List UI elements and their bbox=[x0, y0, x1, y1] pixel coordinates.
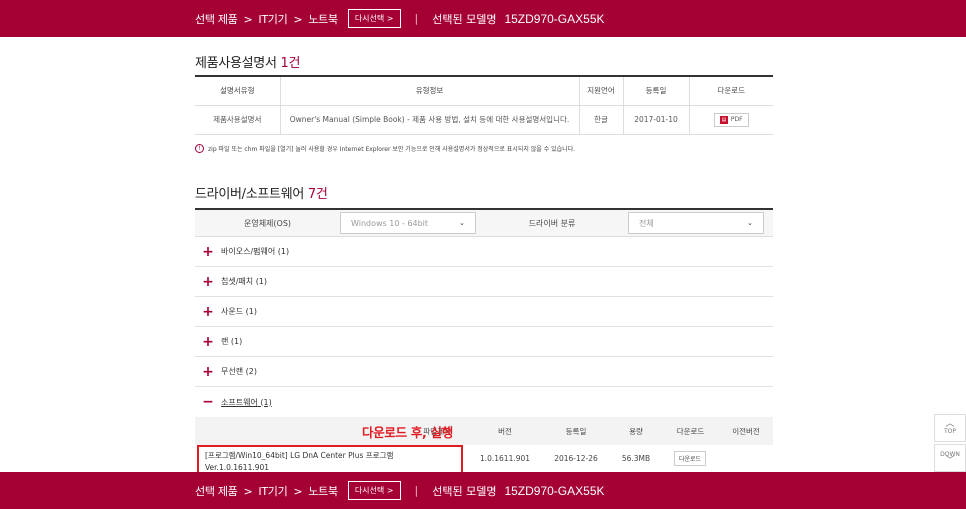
expand-icon: + bbox=[202, 333, 214, 350]
os-label: 운영체제(OS) bbox=[243, 218, 292, 228]
col-date: 등록일 bbox=[622, 76, 689, 106]
software-table-header: 파일제목 다운로드 후, 실행 버전 등록일 용량 다운로드 이전버전 bbox=[195, 417, 773, 445]
crumb-notebook: 노트북 bbox=[308, 12, 338, 26]
scroll-down-button[interactable]: DOWN ﹀ bbox=[934, 444, 966, 472]
expand-icon: + bbox=[202, 243, 214, 260]
col-download: 다운로드 bbox=[676, 426, 705, 436]
expand-icon: + bbox=[202, 303, 214, 320]
driver-category-list: + 바이오스/펌웨어 (1) + 칩셋/패치 (1) + 사운드 (1) + 랜 (1)… bbox=[195, 237, 773, 417]
software-date: 2016-12-26 bbox=[554, 454, 598, 463]
crumb-it: IT기기 bbox=[258, 12, 288, 26]
category-software[interactable]: − 소프트웨어 (1) bbox=[195, 387, 773, 417]
reselect-button[interactable]: 다시선택 > bbox=[347, 9, 401, 28]
breadcrumb: 선택 제품 > IT기기 > 노트북 bbox=[195, 12, 338, 26]
chevron-down-icon: ﹀ bbox=[945, 456, 955, 466]
col-version: 버전 bbox=[498, 426, 512, 436]
chevron-up-icon: ︿ bbox=[945, 419, 955, 429]
manual-notice: ! zip 파일 또는 chm 파일을 [열기] 눌러 사용할 경우 Inter… bbox=[195, 144, 575, 153]
software-size: 56.3MB bbox=[621, 454, 651, 463]
manual-download-cell: ▤ PDF bbox=[688, 105, 773, 135]
software-download-button[interactable]: 다운로드 bbox=[674, 451, 707, 466]
col-type: 설명서유형 bbox=[195, 76, 280, 106]
chevron-down-icon: ⌄ bbox=[747, 219, 753, 227]
col-size: 용량 bbox=[629, 426, 643, 436]
selected-model-label: 선택된 모델명 bbox=[432, 12, 497, 26]
bottom-bar: 선택 제품 > IT기기 > 노트북 다시선택 > | 선택된 모델명 15ZD970-… bbox=[0, 472, 966, 509]
breadcrumb: 선택 제품 > IT기기 > 노트북 bbox=[195, 484, 338, 498]
manual-info: Owner's Manual (Simple Book) - 제품 사용 방법,… bbox=[279, 105, 579, 135]
expand-icon: + bbox=[202, 273, 214, 290]
model-name: 15ZD970-GAX55K bbox=[504, 11, 605, 26]
chevron-down-icon: ⌄ bbox=[459, 219, 465, 227]
pdf-download-button[interactable]: ▤ PDF bbox=[713, 112, 749, 127]
manuals-table: 설명서유형 유형정보 지원언어 등록일 다운로드 제품사용설명서 Owner's… bbox=[195, 75, 773, 135]
col-date: 등록일 bbox=[565, 426, 587, 436]
drivers-title: 드라이버/소프트웨어 7건 bbox=[195, 187, 328, 202]
manual-language: 한글 bbox=[578, 105, 623, 135]
category-bios[interactable]: + 바이오스/펌웨어 (1) bbox=[195, 237, 773, 267]
crumb-product: 선택 제품 bbox=[195, 12, 238, 26]
collapse-icon: − bbox=[202, 394, 214, 410]
os-select[interactable]: Windows 10 - 64bit ⌄ bbox=[340, 212, 476, 234]
manual-type: 제품사용설명서 bbox=[195, 105, 280, 135]
software-version: 1.0.1611.901 bbox=[479, 454, 531, 463]
category-label: 드라이버 분류 bbox=[528, 218, 576, 228]
category-wireless[interactable]: + 무선랜 (2) bbox=[195, 357, 773, 387]
col-previous-version: 이전버전 bbox=[732, 426, 760, 436]
top-bar: 선택 제품 > IT기기 > 노트북 다시선택 > | 선택된 모델명 15ZD970-… bbox=[0, 0, 966, 37]
table-row: 제품사용설명서 Owner's Manual (Simple Book) - 제… bbox=[195, 105, 773, 135]
annotation-download-run: 다운로드 후, 실행 bbox=[362, 424, 453, 440]
category-sound[interactable]: + 사운드 (1) bbox=[195, 297, 773, 327]
col-language: 지원언어 bbox=[578, 76, 623, 106]
pdf-icon: ▤ bbox=[719, 115, 728, 124]
category-chipset[interactable]: + 칩셋/패치 (1) bbox=[195, 267, 773, 297]
manual-date: 2017-01-10 bbox=[622, 105, 689, 135]
col-download: 다운로드 bbox=[688, 76, 773, 106]
driver-filter: 운영체제(OS) Windows 10 - 64bit ⌄ 드라이버 분류 전체 ⌄ bbox=[195, 208, 773, 237]
category-lan[interactable]: + 랜 (1) bbox=[195, 327, 773, 357]
reselect-button[interactable]: 다시선택 > bbox=[347, 481, 401, 500]
category-select[interactable]: 전체 ⌄ bbox=[628, 212, 764, 234]
scroll-top-button[interactable]: ︿ TOP bbox=[934, 414, 966, 442]
software-file-title[interactable]: [프로그램/Win10_64bit] LG DnA Center Plus 프로… bbox=[197, 445, 463, 474]
expand-icon: + bbox=[202, 363, 214, 380]
manuals-title: 제품사용설명서 1건 bbox=[195, 56, 301, 71]
info-icon: ! bbox=[195, 144, 204, 153]
col-info: 유형정보 bbox=[279, 76, 579, 106]
